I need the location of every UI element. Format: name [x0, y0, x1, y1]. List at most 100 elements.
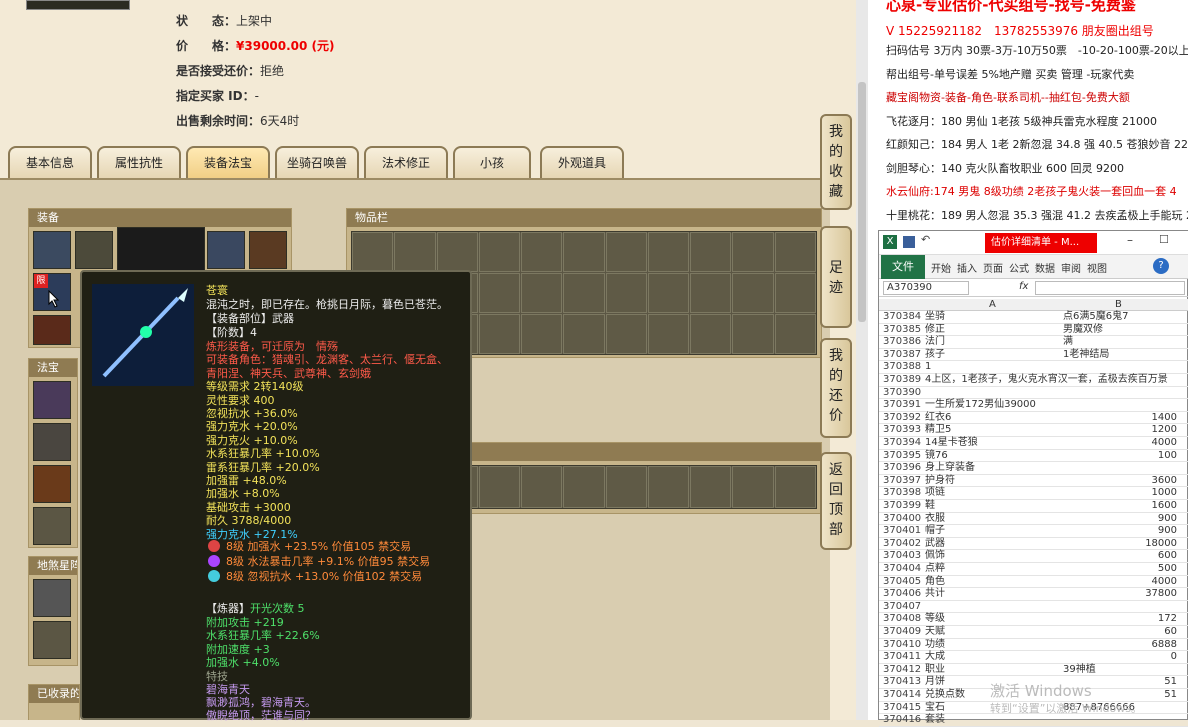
cell-a[interactable]: 1: [925, 361, 931, 374]
tab-children[interactable]: 小孩: [453, 146, 531, 178]
item-cell[interactable]: [478, 232, 521, 272]
dishaxing-slot[interactable]: [33, 621, 71, 659]
item-cell[interactable]: [690, 232, 732, 272]
cell-a[interactable]: 宝石: [925, 702, 945, 715]
item-cell[interactable]: [647, 232, 690, 272]
sheet-row[interactable]: 370404 点粹 500: [879, 563, 1188, 576]
cell-b[interactable]: 1200: [1152, 424, 1177, 437]
cell-b[interactable]: 1000: [1152, 487, 1177, 500]
item-cell[interactable]: [521, 314, 563, 354]
ribbon-layout[interactable]: 页面: [983, 260, 1003, 275]
cell-b[interactable]: 500: [1158, 563, 1177, 576]
sheet-row[interactable]: 370408 等级 172: [879, 613, 1188, 626]
cell-a[interactable]: 孩子: [925, 349, 945, 362]
cell-a[interactable]: 武器: [925, 538, 945, 551]
item-cell[interactable]: [521, 273, 563, 313]
item-cell[interactable]: [732, 466, 774, 508]
ribbon-view[interactable]: 视图: [1087, 260, 1107, 275]
item-cell[interactable]: [521, 232, 563, 272]
cell-b[interactable]: 男魔双修: [1063, 324, 1103, 337]
sheet-row[interactable]: 370406 共计 37800: [879, 588, 1188, 601]
tab-basic-info[interactable]: 基本信息: [8, 146, 92, 178]
ribbon-formulas[interactable]: 公式: [1009, 260, 1029, 275]
cell-b[interactable]: 51: [1164, 676, 1177, 689]
cell-b[interactable]: 37800: [1145, 588, 1177, 601]
item-cell[interactable]: [605, 273, 647, 313]
cell-a[interactable]: 护身符: [925, 475, 955, 488]
cell-a[interactable]: 坐骑: [925, 311, 945, 324]
cell-a[interactable]: 身上穿装备: [925, 462, 975, 475]
sheet-row[interactable]: 370410 功绩 6888: [879, 639, 1188, 652]
sheet-row[interactable]: 370388 1: [879, 361, 1188, 374]
sheet-row[interactable]: 370386 法门 满: [879, 336, 1188, 349]
sheet-row[interactable]: 370403 佩饰 600: [879, 550, 1188, 563]
sheet-row[interactable]: 370385 修正 男魔双修: [879, 324, 1188, 337]
favorite-button[interactable]: 我的收藏: [820, 114, 852, 210]
item-cell[interactable]: [732, 314, 774, 354]
maximize-icon[interactable]: ☐: [1159, 233, 1169, 246]
cell-b[interactable]: 1400: [1152, 412, 1177, 425]
fabao-slot[interactable]: [33, 381, 71, 419]
cell-a[interactable]: 兑换点数: [925, 689, 965, 702]
cell-b[interactable]: 100: [1158, 450, 1177, 463]
cell-a[interactable]: 镜76: [925, 450, 948, 463]
cell-a[interactable]: 功绩: [925, 639, 945, 652]
fabao-slot[interactable]: [33, 507, 71, 545]
cell-b[interactable]: 满: [1063, 336, 1073, 349]
item-cell[interactable]: [690, 314, 732, 354]
tab-appearance[interactable]: 外观道具: [540, 146, 624, 178]
sheet-row[interactable]: 370396 身上穿装备: [879, 462, 1188, 475]
cell-a[interactable]: 红衣6: [925, 412, 951, 425]
cell-a[interactable]: 一生所爱172男仙39000: [925, 399, 1036, 412]
cell-b[interactable]: 3600: [1152, 475, 1177, 488]
item-cell[interactable]: [732, 232, 774, 272]
cell-b[interactable]: 6888: [1152, 639, 1177, 652]
history-button[interactable]: 足迹: [820, 226, 852, 328]
item-cell[interactable]: [563, 273, 605, 313]
cell-b[interactable]: 0: [1171, 651, 1177, 664]
my-offer-button[interactable]: 我的还价: [820, 338, 852, 438]
sheet-row[interactable]: 370411 大成 0: [879, 651, 1188, 664]
sheet-row[interactable]: 370393 精卫5 1200: [879, 424, 1188, 437]
cell-b[interactable]: 60: [1164, 626, 1177, 639]
cell-a[interactable]: 点粹: [925, 563, 945, 576]
ribbon-file[interactable]: 文件: [881, 255, 925, 279]
sheet-row[interactable]: 370416 套装: [879, 714, 1188, 727]
cell-a[interactable]: 衣服: [925, 513, 945, 526]
tab-equipment[interactable]: 装备法宝: [186, 146, 270, 178]
item-cell[interactable]: [563, 232, 605, 272]
sheet-row[interactable]: 370392 红衣6 1400: [879, 412, 1188, 425]
formula-input[interactable]: [1035, 281, 1185, 295]
equip-slot[interactable]: [249, 231, 287, 269]
page-scrollbar[interactable]: [856, 0, 868, 720]
cell-b[interactable]: 1老神结局: [1063, 349, 1109, 362]
sheet-row[interactable]: 370394 14星卡苍狼 4000: [879, 437, 1188, 450]
equip-slot[interactable]: [33, 315, 71, 345]
cell-b[interactable]: 172: [1158, 613, 1177, 626]
cell-a[interactable]: 佩饰: [925, 550, 945, 563]
sheet-row[interactable]: 370389 4上区，1老孩子，鬼火克水宵汉一套，孟极去疾百万景: [879, 374, 1188, 387]
cell-a[interactable]: 鞋: [925, 500, 935, 513]
sheet-row[interactable]: 370387 孩子 1老神结局: [879, 349, 1188, 362]
tab-spells[interactable]: 法术修正: [364, 146, 448, 178]
cell-a[interactable]: 角色: [925, 576, 945, 589]
dishaxing-slot[interactable]: [33, 579, 71, 617]
item-cell[interactable]: [605, 232, 647, 272]
sheet-row[interactable]: 370391 一生所爱172男仙39000: [879, 399, 1188, 412]
item-cell[interactable]: [563, 466, 605, 508]
sheet-row[interactable]: 370409 天赋 60: [879, 626, 1188, 639]
cell-a[interactable]: 修正: [925, 324, 945, 337]
sheet-row[interactable]: 370390: [879, 387, 1188, 400]
save-icon[interactable]: [903, 236, 915, 248]
sheet-row[interactable]: 370395 镜76 100: [879, 450, 1188, 463]
sheet-row[interactable]: 370407: [879, 601, 1188, 614]
item-cell[interactable]: [436, 232, 478, 272]
sheet-row[interactable]: 370398 项链 1000: [879, 487, 1188, 500]
item-cell[interactable]: [521, 466, 563, 508]
item-cell[interactable]: [647, 273, 690, 313]
item-cell[interactable]: [478, 314, 521, 354]
item-cell[interactable]: [774, 314, 816, 354]
cell-b[interactable]: 900: [1158, 513, 1177, 526]
item-cell[interactable]: [478, 273, 521, 313]
tab-mounts[interactable]: 坐骑召唤兽: [275, 146, 359, 178]
